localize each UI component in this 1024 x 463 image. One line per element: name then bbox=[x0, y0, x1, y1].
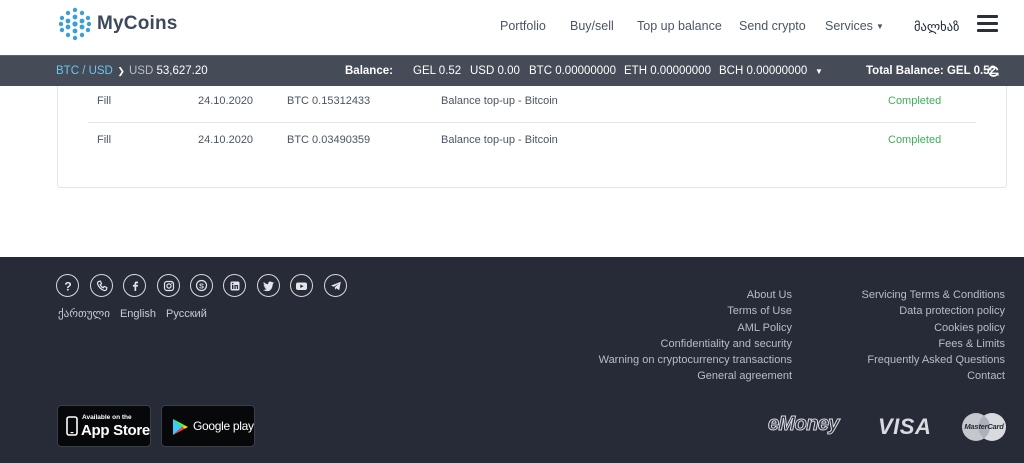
footer: ? S ქართული English Русский About Us Terms… bbox=[0, 257, 1024, 463]
nav-top-up-balance[interactable]: Top up balance bbox=[637, 19, 722, 33]
lang-english[interactable]: English bbox=[120, 308, 156, 320]
cell-type: Fill bbox=[97, 134, 112, 146]
balance-btc: BTC 0.00000000 bbox=[529, 65, 616, 77]
footer-link-contact[interactable]: Contact bbox=[862, 368, 1005, 384]
linkedin-icon[interactable] bbox=[223, 274, 246, 297]
emoney-logo: eMoney bbox=[768, 413, 840, 436]
rate-currency: USD bbox=[129, 65, 154, 77]
balance-label: Balance: bbox=[345, 65, 393, 77]
svg-text:?: ? bbox=[64, 280, 71, 292]
top-header: MyCoins Portfolio Buy/sell Top up balanc… bbox=[0, 0, 1024, 55]
main-nav: Portfolio Buy/sell Top up balance Send c… bbox=[0, 19, 1024, 35]
balance-bch: BCH 0.00000000 bbox=[719, 65, 807, 77]
youtube-icon[interactable] bbox=[290, 274, 313, 297]
footer-link-faq[interactable]: Frequently Asked Questions bbox=[862, 352, 1005, 368]
balance-gel: GEL 0.52 bbox=[413, 65, 461, 77]
total-balance-label: Total Balance: bbox=[866, 65, 944, 77]
currency-pair-label: BTC / USD bbox=[56, 65, 113, 77]
balance-value: 0.00000000 bbox=[650, 65, 711, 77]
balance-currency: USD bbox=[470, 65, 495, 77]
total-balance: Total Balance: GEL 0.52 bbox=[866, 65, 996, 77]
cell-date: 24.10.2020 bbox=[198, 95, 254, 107]
google-play-badge[interactable]: Google play bbox=[161, 405, 255, 447]
app-store-small-text: Available on the bbox=[82, 414, 132, 421]
cell-date: 24.10.2020 bbox=[198, 134, 254, 146]
nav-services[interactable]: Services ▼ bbox=[825, 19, 884, 33]
chevron-down-icon: ❯ bbox=[114, 66, 125, 76]
menu-icon[interactable] bbox=[977, 15, 998, 33]
google-play-text: Google play bbox=[193, 419, 254, 433]
svg-text:S: S bbox=[199, 281, 204, 290]
lang-russian[interactable]: Русский bbox=[166, 308, 207, 320]
phone-icon[interactable] bbox=[90, 274, 113, 297]
refresh-icon[interactable] bbox=[987, 65, 1000, 78]
language-switcher: ქართული English Русский bbox=[58, 307, 217, 320]
transactions-table: Fill 24.10.2020 BTC 0.15312433 Balance t… bbox=[57, 86, 1007, 188]
balance-value: 0.00000000 bbox=[555, 65, 616, 77]
balance-value: 0.00 bbox=[497, 65, 520, 77]
apple-icon bbox=[66, 416, 78, 436]
footer-link-general-agreement[interactable]: General agreement bbox=[599, 368, 792, 384]
cell-description: Balance top-up - Bitcoin bbox=[441, 95, 558, 107]
nav-services-label: Services bbox=[825, 19, 873, 33]
nav-send-crypto[interactable]: Send crypto bbox=[739, 19, 806, 33]
twitter-icon[interactable] bbox=[257, 274, 280, 297]
cell-amount: BTC 0.15312433 bbox=[287, 95, 371, 107]
footer-links-right: Servicing Terms & Conditions Data protec… bbox=[862, 287, 1005, 385]
table-row: Fill 24.10.2020 BTC 0.15312433 Balance t… bbox=[88, 85, 976, 123]
footer-link-fees-limits[interactable]: Fees & Limits bbox=[862, 336, 1005, 352]
rate-value: 53,627.20 bbox=[156, 65, 208, 77]
cell-status: Completed bbox=[888, 95, 942, 107]
balance-value: 0.00000000 bbox=[746, 65, 808, 77]
balance-value: 0.52 bbox=[438, 65, 462, 77]
user-name-label[interactable]: მალხაზ bbox=[914, 19, 959, 34]
balance-eth: ETH 0.00000000 bbox=[624, 65, 711, 77]
instagram-icon[interactable] bbox=[157, 274, 180, 297]
currency-pair-selector[interactable]: BTC / USD ❯ bbox=[56, 65, 125, 77]
google-play-icon bbox=[173, 419, 188, 435]
rate-display: USD 53,627.20 bbox=[129, 65, 208, 77]
cell-type: Fill bbox=[97, 95, 112, 107]
caret-down-icon: ▼ bbox=[875, 22, 884, 31]
nav-buy-sell[interactable]: Buy/sell bbox=[570, 19, 614, 33]
table-row: Fill 24.10.2020 BTC 0.03490359 Balance t… bbox=[88, 124, 976, 162]
cell-description: Balance top-up - Bitcoin bbox=[441, 134, 558, 146]
footer-link-terms-of-use[interactable]: Terms of Use bbox=[599, 303, 792, 319]
footer-link-cookies-policy[interactable]: Cookies policy bbox=[862, 320, 1005, 336]
mastercard-text: MasterCard bbox=[964, 422, 1004, 431]
facebook-icon[interactable] bbox=[123, 274, 146, 297]
lang-georgian[interactable]: ქართული bbox=[58, 308, 110, 320]
footer-links-left: About Us Terms of Use AML Policy Confide… bbox=[599, 287, 792, 385]
balance-currency: BCH bbox=[719, 65, 744, 77]
mastercard-logo: MasterCard bbox=[961, 412, 1007, 442]
footer-link-about-us[interactable]: About Us bbox=[599, 287, 792, 303]
balance-dropdown-icon[interactable]: ▼ bbox=[815, 67, 823, 76]
cell-amount: BTC 0.03490359 bbox=[287, 134, 371, 146]
balance-currency: ETH bbox=[624, 65, 647, 77]
help-icon[interactable]: ? bbox=[56, 274, 79, 297]
balance-currency: GEL bbox=[413, 65, 436, 77]
visa-logo: VISA bbox=[878, 414, 932, 439]
app-store-badge[interactable]: Available on the App Store bbox=[57, 405, 151, 447]
footer-link-confidentiality[interactable]: Confidentiality and security bbox=[599, 336, 792, 352]
balance-currency: BTC bbox=[529, 65, 552, 77]
balance-usd: USD 0.00 bbox=[470, 65, 520, 77]
footer-link-crypto-warning[interactable]: Warning on cryptocurrency transactions bbox=[599, 352, 792, 368]
telegram-icon[interactable] bbox=[324, 274, 347, 297]
nav-portfolio[interactable]: Portfolio bbox=[500, 19, 546, 33]
balance-ticker-bar: BTC / USD ❯ USD 53,627.20 Balance: GEL 0… bbox=[0, 55, 1024, 86]
footer-link-aml-policy[interactable]: AML Policy bbox=[599, 320, 792, 336]
footer-link-data-protection[interactable]: Data protection policy bbox=[862, 303, 1005, 319]
app-store-big-text: App Store bbox=[81, 422, 150, 439]
cell-status: Completed bbox=[888, 134, 942, 146]
skype-icon[interactable]: S bbox=[190, 274, 213, 297]
footer-link-servicing-terms[interactable]: Servicing Terms & Conditions bbox=[862, 287, 1005, 303]
